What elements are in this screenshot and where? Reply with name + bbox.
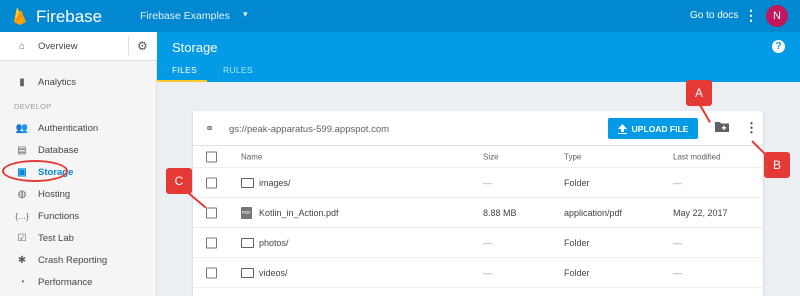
column-header-name[interactable]: Name bbox=[241, 152, 262, 161]
upload-file-button[interactable]: UPLOAD FILE bbox=[608, 118, 698, 139]
table-row[interactable]: images/ — Folder — bbox=[193, 168, 763, 198]
file-size: 8.88 MB bbox=[483, 207, 517, 218]
file-size: — bbox=[483, 177, 492, 188]
folder-icon bbox=[241, 237, 254, 248]
table-row[interactable]: PDF Kotlin_in_Action.pdf 8.88 MB applica… bbox=[193, 198, 763, 228]
sidebar-item-hosting[interactable]: ◍ Hosting bbox=[0, 184, 157, 204]
file-modified: — bbox=[673, 177, 682, 188]
more-vert-icon[interactable]: ⋮ bbox=[745, 120, 758, 136]
sidebar-item-label: Functions bbox=[38, 210, 80, 222]
file-type: Folder bbox=[564, 237, 590, 248]
link-icon: ⚭ bbox=[205, 123, 215, 135]
file-modified: May 22, 2017 bbox=[673, 207, 728, 218]
file-name[interactable]: images/ bbox=[259, 178, 291, 188]
sidebar-item-functions[interactable]: {…} Functions bbox=[0, 206, 157, 226]
bucket-url: gs://peak-apparatus-599.appspot.com bbox=[229, 124, 390, 135]
sidebar-item-database[interactable]: ▤ Database bbox=[0, 140, 157, 160]
firebase-logo-icon bbox=[14, 7, 26, 25]
file-name[interactable]: Kotlin_in_Action.pdf bbox=[259, 208, 339, 218]
files-card: ⚭ gs://peak-apparatus-599.appspot.com UP… bbox=[193, 111, 763, 296]
storage-header: Storage ? FILES RULES bbox=[157, 32, 800, 82]
functions-icon: {…} bbox=[15, 211, 29, 221]
file-name[interactable]: videos/ bbox=[259, 268, 288, 278]
table-row[interactable]: photos/ — Folder — bbox=[193, 228, 763, 258]
sidebar-item-label: Performance bbox=[38, 276, 93, 288]
sidebar-item-overview[interactable]: ⌂ Overview ⚙ bbox=[0, 32, 157, 61]
sidebar-item-analytics[interactable]: ▮ Analytics bbox=[0, 72, 157, 92]
card-toolbar: ⚭ gs://peak-apparatus-599.appspot.com UP… bbox=[193, 111, 763, 146]
sidebar-overview-row: ⌂ Overview bbox=[0, 36, 157, 56]
top-app-bar: Firebase Firebase Examples ▾ Go to docs … bbox=[0, 0, 800, 32]
active-tab-indicator bbox=[157, 80, 207, 82]
sidebar-item-authentication[interactable]: 👥 Authentication bbox=[0, 118, 157, 138]
file-name[interactable]: photos/ bbox=[259, 238, 289, 248]
callout-c: C bbox=[166, 168, 192, 194]
sidebar-item-performance[interactable]: ◔ Performance bbox=[0, 272, 157, 292]
file-modified: — bbox=[673, 267, 682, 278]
divider bbox=[128, 37, 129, 55]
upload-icon bbox=[617, 123, 627, 134]
column-header-last-modified[interactable]: Last modified bbox=[673, 152, 721, 161]
column-header-size[interactable]: Size bbox=[483, 152, 499, 161]
sidebar-item-label: Database bbox=[38, 144, 79, 156]
sidebar-item-label: Test Lab bbox=[38, 232, 74, 244]
chevron-down-icon[interactable]: ▾ bbox=[243, 9, 248, 20]
upload-file-label: UPLOAD FILE bbox=[631, 123, 689, 134]
table-row[interactable]: videos/ — Folder — bbox=[193, 258, 763, 288]
avatar[interactable]: N bbox=[766, 5, 788, 27]
select-all-checkbox[interactable] bbox=[206, 151, 217, 162]
sidebar-item-label: Overview bbox=[38, 40, 78, 52]
sidebar-item-label: Authentication bbox=[38, 122, 99, 134]
page-title: Storage bbox=[172, 40, 218, 55]
folder-icon bbox=[241, 267, 254, 278]
database-icon: ▤ bbox=[17, 144, 27, 156]
globe-icon: ◍ bbox=[17, 188, 27, 200]
help-icon[interactable]: ? bbox=[772, 40, 785, 53]
sidebar-item-label: Crash Reporting bbox=[38, 254, 108, 266]
create-folder-icon[interactable] bbox=[715, 121, 729, 132]
row-checkbox[interactable] bbox=[206, 177, 217, 188]
more-vert-icon[interactable]: ⋮ bbox=[744, 7, 758, 24]
tab-rules[interactable]: RULES bbox=[223, 65, 253, 75]
section-label-develop: DEVELOP bbox=[14, 102, 52, 111]
bug-icon: ✱ bbox=[17, 254, 27, 266]
column-header-type[interactable]: Type bbox=[564, 152, 581, 161]
go-to-docs-link[interactable]: Go to docs bbox=[690, 10, 738, 21]
tab-files[interactable]: FILES bbox=[172, 65, 197, 75]
brand-name: Firebase bbox=[36, 7, 103, 26]
bar-chart-icon: ▮ bbox=[19, 76, 25, 88]
folder-icon bbox=[241, 177, 254, 188]
file-size: — bbox=[483, 267, 492, 278]
row-checkbox[interactable] bbox=[206, 207, 217, 218]
home-icon: ⌂ bbox=[18, 40, 26, 52]
sidebar-item-test-lab[interactable]: ☑ Test Lab bbox=[0, 228, 157, 248]
row-checkbox[interactable] bbox=[206, 237, 217, 248]
speedometer-icon: ◔ bbox=[18, 276, 26, 288]
callout-a: A bbox=[686, 80, 712, 106]
table-header-row: Name Size Type Last modified bbox=[193, 146, 763, 168]
file-size: — bbox=[483, 237, 492, 248]
file-type: application/pdf bbox=[564, 207, 623, 218]
sidebar-item-crash-reporting[interactable]: ✱ Crash Reporting bbox=[0, 250, 157, 270]
file-modified: — bbox=[673, 237, 682, 248]
row-checkbox[interactable] bbox=[206, 267, 217, 278]
sidebar-item-label: Analytics bbox=[38, 76, 77, 88]
people-icon: 👥 bbox=[15, 122, 29, 134]
pdf-file-icon: PDF bbox=[241, 206, 252, 219]
file-type: Folder bbox=[564, 177, 590, 188]
file-type: Folder bbox=[564, 267, 590, 278]
checklist-icon: ☑ bbox=[17, 232, 27, 244]
sidebar-item-label: Hosting bbox=[38, 188, 71, 200]
project-selector[interactable]: Firebase Examples bbox=[140, 10, 230, 22]
storage-highlight-circle bbox=[2, 160, 68, 182]
gear-icon[interactable]: ⚙ bbox=[137, 39, 148, 53]
callout-b: B bbox=[764, 152, 790, 178]
sidebar: ⌂ Overview ⚙ ▮ Analytics DEVELOP 👥 Authe… bbox=[0, 32, 157, 296]
